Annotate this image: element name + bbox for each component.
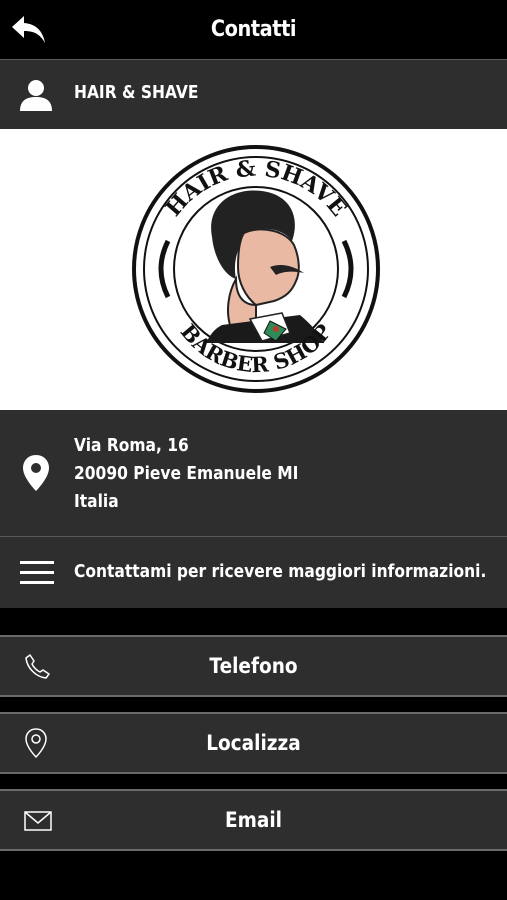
address-line-3: Italia — [74, 491, 119, 512]
address-line-1: Via Roma, 16 — [74, 435, 189, 456]
map-pin-icon — [23, 455, 49, 491]
person-icon — [20, 80, 52, 111]
address-row: Via Roma, 16 20090 Pieve Emanuele MI Ita… — [0, 410, 507, 536]
telefono-label: Telefono — [209, 654, 298, 678]
profile-row: HAIR & SHAVE — [0, 59, 507, 129]
address-text: Via Roma, 16 20090 Pieve Emanuele MI Ita… — [74, 432, 298, 516]
email-button[interactable]: Email — [0, 789, 507, 851]
menu-lines-icon — [20, 561, 54, 584]
telefono-button[interactable]: Telefono — [0, 635, 507, 697]
profile-name: HAIR & SHAVE — [74, 82, 199, 103]
logo-banner: HAIR & SHAVE BARBER SHOP — [0, 129, 507, 410]
description-row: Contattami per ricevere maggiori informa… — [0, 536, 507, 608]
localizza-button[interactable]: Localizza — [0, 712, 507, 774]
localizza-label: Localizza — [206, 731, 301, 755]
page-title: Contatti — [210, 17, 297, 42]
email-label: Email — [224, 808, 283, 832]
address-line-2: 20090 Pieve Emanuele MI — [74, 463, 299, 484]
barber-shop-logo: HAIR & SHAVE BARBER SHOP — [132, 145, 380, 393]
description-text: Contattami per ricevere maggiori informa… — [74, 561, 487, 582]
top-bar: Contatti — [0, 0, 507, 59]
